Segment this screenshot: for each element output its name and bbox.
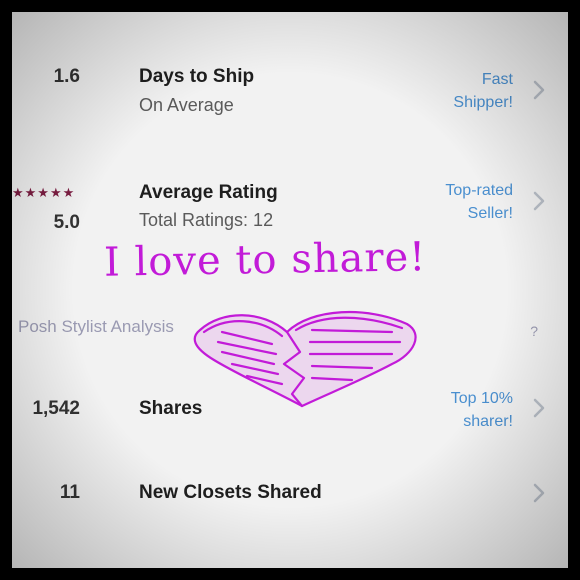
total-ratings-subtitle: Total Ratings: 12 (139, 210, 274, 230)
section-header-posh-stylist-analysis: Posh Stylist Analysis (18, 317, 174, 336)
chevron-right-icon[interactable] (528, 190, 550, 212)
image-frame: 1.6 Days to Ship On Average Fast Shipper… (0, 0, 580, 580)
chevron-right-icon[interactable] (528, 397, 550, 419)
days-to-ship-title: Days to Ship (139, 66, 255, 87)
chevron-right-icon[interactable] (528, 482, 550, 504)
stat-row-days-to-ship[interactable]: 1.6 Days to Ship On Average Fast Shipper… (12, 62, 568, 132)
days-to-ship-value: 1.6 (53, 66, 80, 87)
badge-line: Fast (481, 71, 513, 88)
average-rating-title: Average Rating (139, 182, 278, 203)
overlay-text-i-love-to-share: I love to share! (103, 234, 427, 286)
top-sharer-badge: Top 10% sharer! (451, 387, 513, 433)
top-rated-seller-badge: Top-rated Seller! (445, 179, 513, 225)
days-to-ship-subtitle: On Average (139, 95, 234, 115)
stat-row-new-closets-shared[interactable]: 11 New Closets Shared (12, 478, 568, 518)
average-rating-value: 5.0 (53, 212, 80, 233)
badge-line: Shipper! (453, 94, 513, 111)
badge-line: Top-rated (445, 182, 513, 199)
badge-line: Top 10% (450, 390, 513, 407)
badge-line: Seller! (467, 205, 513, 222)
shares-value: 1,542 (32, 398, 80, 419)
new-closets-shared-title: New Closets Shared (139, 482, 322, 503)
new-closets-shared-value: 11 (59, 482, 80, 503)
badge-line: sharer! (463, 413, 513, 430)
seller-stats-screen: 1.6 Days to Ship On Average Fast Shipper… (12, 12, 568, 568)
fast-shipper-badge: Fast Shipper! (453, 68, 513, 114)
help-icon[interactable]: ? (530, 323, 538, 339)
broken-heart-icon (193, 310, 417, 408)
chevron-right-icon[interactable] (528, 79, 550, 101)
